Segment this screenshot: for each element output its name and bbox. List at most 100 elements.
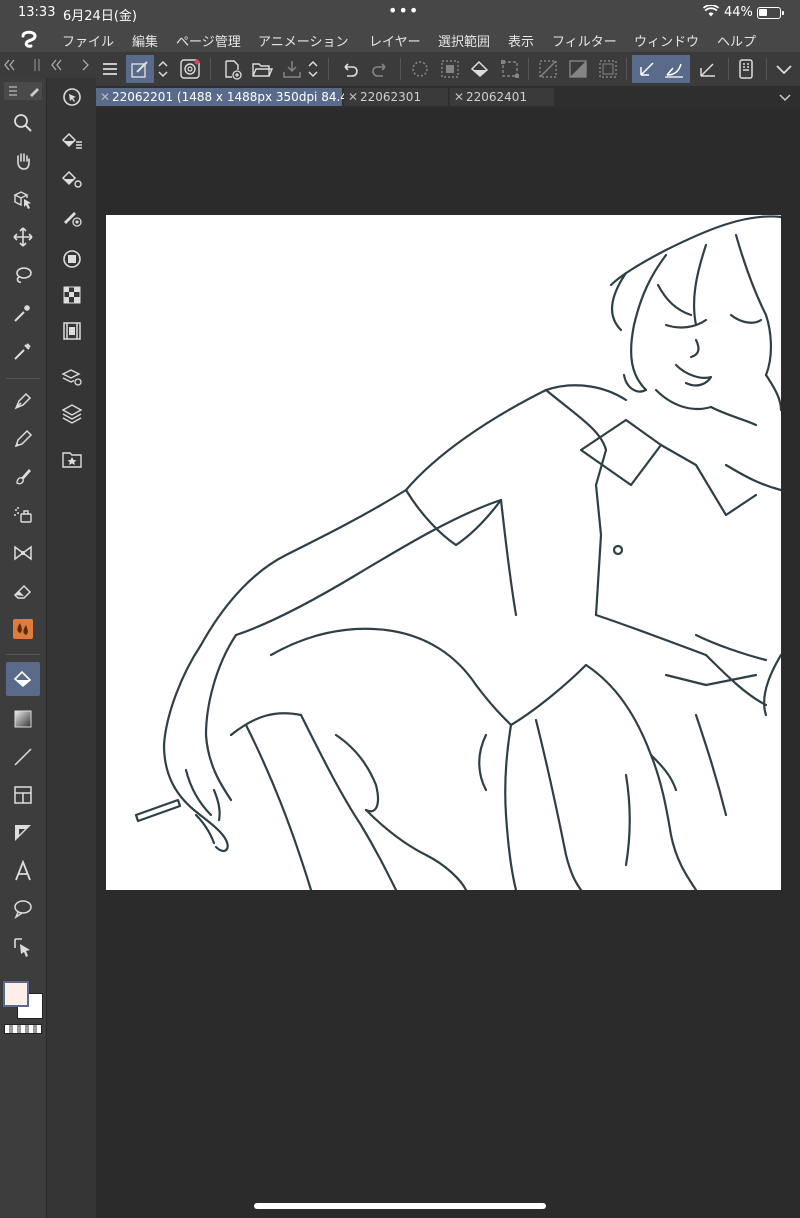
edit-canvas-icon[interactable] xyxy=(126,55,154,83)
snap-special-ruler-icon[interactable] xyxy=(694,55,722,83)
multitask-dots[interactable]: ••• xyxy=(388,1,419,20)
lasso-icon[interactable] xyxy=(6,258,40,292)
pencil-icon[interactable] xyxy=(6,422,40,456)
menu-selection[interactable]: 選択範囲 xyxy=(438,31,490,50)
tool-palette xyxy=(0,78,46,1218)
tab-label: 22062401 xyxy=(466,90,528,104)
grip-icon[interactable] xyxy=(34,59,40,71)
blend-icon[interactable] xyxy=(6,612,40,646)
clip-studio-logo-icon[interactable] xyxy=(18,28,40,50)
palette-header[interactable] xyxy=(4,82,42,100)
layers-icon[interactable] xyxy=(55,396,89,430)
battery-icon xyxy=(757,7,784,19)
redo-icon[interactable] xyxy=(366,55,394,83)
panel-collapse-bar xyxy=(0,52,96,78)
menu-edit[interactable]: 編集 xyxy=(132,31,158,50)
tab-document-3[interactable]: ✕ 22062401 xyxy=(450,88,554,106)
menu-file[interactable]: ファイル xyxy=(62,31,114,50)
status-time: 13:33 xyxy=(18,5,56,20)
menu-window[interactable]: ウィンドウ xyxy=(634,31,699,50)
text-icon[interactable] xyxy=(6,854,40,888)
document-tabs: ✕ 22062201 (1488 x 1488px 350dpi 84.4%) ✕… xyxy=(96,86,800,108)
new-file-icon[interactable] xyxy=(218,55,246,83)
gradient-icon[interactable] xyxy=(6,702,40,736)
battery-percent: 44% xyxy=(724,5,753,20)
fill-icon[interactable] xyxy=(6,662,40,696)
layer-property-icon[interactable] xyxy=(55,360,89,394)
save-icon[interactable] xyxy=(278,55,306,83)
status-bar: 13:33 6月24日(金) ••• 44% xyxy=(0,0,800,26)
decoration-icon[interactable] xyxy=(6,536,40,570)
tab-label: 22062201 (1488 x 1488px 350dpi 84.4%) xyxy=(112,90,365,104)
magic-wand-icon[interactable] xyxy=(6,296,40,330)
correction-icon[interactable] xyxy=(6,930,40,964)
wifi-icon xyxy=(702,4,720,21)
menu-help[interactable]: ヘルプ xyxy=(717,31,756,50)
close-icon[interactable]: ✕ xyxy=(100,88,112,106)
tool-divider xyxy=(6,378,40,379)
move-icon[interactable] xyxy=(6,220,40,254)
pen-icon[interactable] xyxy=(6,384,40,418)
clip-studio-icon[interactable] xyxy=(176,55,204,83)
menu-page[interactable]: ページ管理 xyxy=(176,31,241,50)
expand-right-icon[interactable] xyxy=(82,59,89,71)
menu-layer[interactable]: レイヤー xyxy=(369,31,421,50)
drawing-canvas[interactable] xyxy=(106,215,781,890)
balloon-icon[interactable] xyxy=(6,892,40,926)
menu-icon[interactable] xyxy=(96,55,124,83)
close-icon[interactable]: ✕ xyxy=(454,88,466,106)
snap-toggle-group[interactable] xyxy=(632,55,690,83)
scroll-updown-icon[interactable] xyxy=(154,55,172,83)
transparent-color-swatch[interactable] xyxy=(4,1024,42,1034)
scroll-updown-icon[interactable] xyxy=(304,55,322,83)
tab-list-chevron-down-icon[interactable] xyxy=(778,89,792,108)
clear-outside-icon[interactable] xyxy=(436,55,464,83)
sub-palette-bar xyxy=(46,78,96,1218)
clear-icon[interactable] xyxy=(406,55,434,83)
search-icon[interactable] xyxy=(6,106,40,140)
tab-document-1[interactable]: ✕ 22062201 (1488 x 1488px 350dpi 84.4%) xyxy=(96,88,364,106)
tool-divider xyxy=(6,654,40,655)
open-folder-icon[interactable] xyxy=(248,55,276,83)
close-icon[interactable]: ✕ xyxy=(348,88,360,106)
menu-view[interactable]: 表示 xyxy=(508,31,534,50)
collapse-left-icon[interactable] xyxy=(4,59,15,71)
edge-keyboard-icon[interactable] xyxy=(732,55,760,83)
status-date: 6月24日(金) xyxy=(63,9,137,24)
show-selection-icon[interactable] xyxy=(594,55,622,83)
material-icon[interactable] xyxy=(55,442,89,476)
tab-document-2[interactable]: ✕ 22062301 xyxy=(344,88,448,106)
eraser-icon[interactable] xyxy=(6,574,40,608)
fill-command-icon[interactable] xyxy=(466,55,494,83)
menu-bar: ファイル 編集 ページ管理 アニメーション レイヤー 選択範囲 表示 フィルター… xyxy=(0,26,800,52)
brush-icon[interactable] xyxy=(6,460,40,494)
animation-timeline-icon[interactable] xyxy=(55,314,89,348)
home-indicator[interactable] xyxy=(254,1203,546,1209)
menu-animation[interactable]: アニメーション xyxy=(258,31,348,50)
airbrush-icon[interactable] xyxy=(6,498,40,532)
color-set-icon[interactable] xyxy=(55,278,89,312)
object-select-icon[interactable] xyxy=(6,182,40,216)
clip-studio-app: 13:33 6月24日(金) ••• 44% ファイル 編集 ページ管理 アニメ… xyxy=(0,0,800,1218)
transform-icon[interactable] xyxy=(496,55,524,83)
menu-filter[interactable]: フィルター xyxy=(552,31,617,50)
undo-icon[interactable] xyxy=(336,55,364,83)
deselect-icon[interactable] xyxy=(534,55,562,83)
frame-icon[interactable] xyxy=(6,778,40,812)
hand-icon[interactable] xyxy=(6,144,40,178)
toolbar-expand-icon[interactable] xyxy=(770,55,798,83)
color-wheel-icon[interactable] xyxy=(55,242,89,276)
tab-label: 22062301 xyxy=(360,90,422,104)
tool-settings-icon[interactable] xyxy=(55,162,89,196)
main-color-swatch[interactable] xyxy=(3,981,29,1007)
brush-size-icon[interactable] xyxy=(55,200,89,234)
eyedropper-icon[interactable] xyxy=(6,334,40,368)
sub-tool-icon[interactable] xyxy=(55,124,89,158)
ruler-icon[interactable] xyxy=(6,816,40,850)
collapse-sub-icon[interactable] xyxy=(51,59,62,71)
line-icon[interactable] xyxy=(6,740,40,774)
command-bar xyxy=(96,52,800,86)
invert-selection-icon[interactable] xyxy=(564,55,592,83)
lineart-drawing xyxy=(134,215,781,890)
tool-property-icon[interactable] xyxy=(55,80,89,114)
